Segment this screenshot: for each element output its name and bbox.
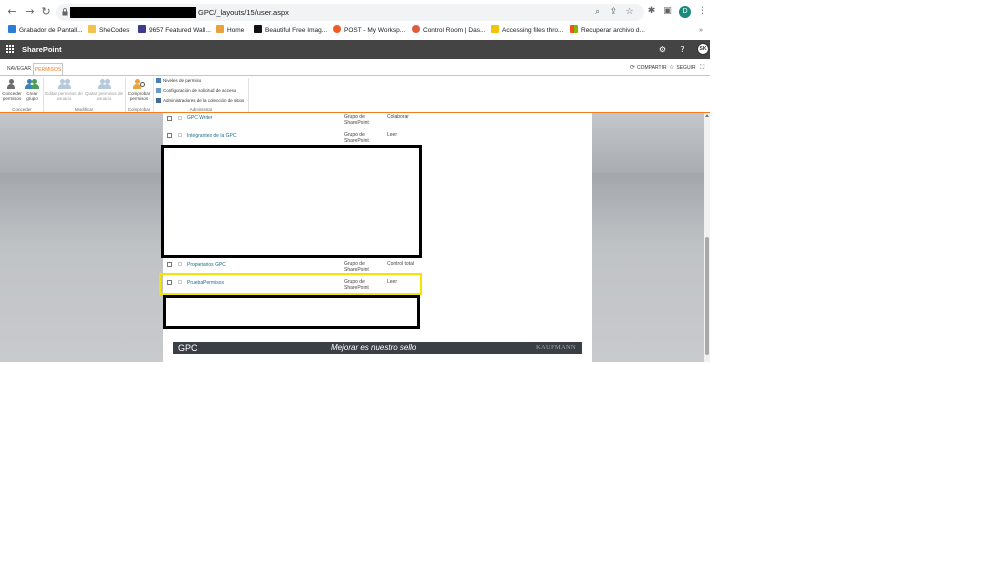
administradores-coleccion-link[interactable]: Administradores de la colección de sitio…: [156, 98, 244, 104]
row-permission: Leer: [387, 132, 398, 138]
row-type-icon: [178, 116, 182, 120]
permission-levels-icon: [156, 78, 161, 83]
star-follow-icon: ☆: [669, 64, 675, 71]
bookmark-featured-wall[interactable]: 9657 Featured Wall...: [138, 25, 211, 36]
wallpaper-icon: [138, 25, 146, 33]
redaction-box: [163, 295, 420, 329]
share-icon[interactable]: ⇪: [608, 7, 619, 18]
home-bookmark-icon: [216, 25, 224, 33]
microsoft-icon: [570, 25, 578, 33]
footer-banner: GPC Mejorar es nuestro sello KAUFMANN: [173, 342, 582, 354]
scroll-thumb[interactable]: [705, 237, 709, 355]
postman-icon: [333, 25, 341, 33]
drive-icon: [491, 25, 499, 33]
app-launcher-icon[interactable]: [6, 45, 14, 53]
fullscreen-icon: ⛶: [700, 64, 705, 71]
row-type-icon: [178, 262, 182, 266]
ribbon-tabs: NAVEGAR PERMISOS ⟳ COMPARTIR ☆ SEGUIR ⛶: [0, 61, 710, 75]
bookmark-control-room[interactable]: Control Room | Das...: [412, 25, 485, 36]
bookmark-home[interactable]: Home: [216, 25, 244, 36]
page-scrollbar[interactable]: [704, 113, 710, 362]
comprobar-permisos-button[interactable]: Comprobar permisos: [127, 78, 151, 101]
access-request-icon: [156, 88, 161, 93]
settings-gear-icon[interactable]: ⚙: [657, 44, 668, 55]
focus-content-button[interactable]: ⛶: [700, 63, 706, 73]
browser-viewport: ← → ↻ GPC/_layouts/15/user.aspx ⌕ ⇪ ☆ ✱ …: [0, 0, 710, 362]
share-sync-icon: ⟳: [630, 64, 636, 71]
sharepoint-brand[interactable]: SharePoint: [22, 44, 62, 55]
url-text: GPC/_layouts/15/user.aspx: [198, 8, 289, 17]
row-type: Grupo de SharePoint: [344, 114, 369, 126]
footer-site-name: GPC: [178, 343, 198, 353]
row-name-link[interactable]: GPC Writer: [187, 115, 212, 121]
editar-permisos-button[interactable]: Editar permisos de usuario: [45, 78, 83, 101]
footer-slogan: Mejorar es nuestro sello: [331, 343, 417, 352]
remove-user-icon: [97, 78, 111, 90]
lock-icon: [62, 8, 68, 16]
bookmark-post-workspace[interactable]: POST - My Worksp...: [333, 25, 405, 36]
menu-kebab-icon[interactable]: ⋮: [697, 6, 708, 17]
site-admins-icon: [156, 98, 161, 103]
tab-navegar[interactable]: NAVEGAR: [6, 63, 32, 75]
bookmark-grabador[interactable]: Grabador de Pantall...: [8, 25, 83, 36]
group-icon: [25, 78, 39, 90]
crear-grupo-button[interactable]: Crear grupo: [24, 78, 40, 101]
seguir-button[interactable]: ☆ SEGUIR: [669, 63, 696, 73]
extensions-icon[interactable]: ✱: [646, 6, 657, 17]
scroll-up-arrow-icon[interactable]: [705, 114, 709, 117]
footer-logo: KAUFMANN: [536, 344, 576, 351]
profile-avatar[interactable]: D: [679, 6, 691, 18]
row-permission: Control total: [387, 261, 414, 267]
ribbon-permisos: Conceder permisos Crear grupo Editar per…: [0, 75, 710, 113]
search-icon[interactable]: ⌕: [592, 7, 603, 18]
ribbon-separator: [43, 78, 44, 112]
browser-toolbar: ← → ↻ GPC/_layouts/15/user.aspx ⌕ ⇪ ☆ ✱ …: [0, 0, 710, 24]
row-checkbox[interactable]: [167, 116, 172, 121]
bookmark-recuperar[interactable]: Recuperar archivo d...: [570, 25, 645, 36]
screen-recorder-icon: [8, 25, 16, 33]
configuracion-solicitud-link[interactable]: Configuración de solicitud de acceso: [156, 88, 236, 94]
row-type: Grupo de SharePoint: [344, 132, 369, 144]
check-permissions-icon: [132, 78, 146, 90]
redaction-box: [161, 145, 422, 258]
forward-button[interactable]: →: [24, 6, 36, 18]
help-icon[interactable]: ?: [677, 44, 688, 55]
reload-button[interactable]: ↻: [40, 6, 52, 18]
edit-user-icon: [57, 78, 71, 90]
row-checkbox[interactable]: [167, 133, 172, 138]
side-panel-icon[interactable]: ▣: [662, 6, 673, 17]
ribbon-separator: [248, 78, 249, 112]
tab-permisos[interactable]: PERMISOS: [33, 63, 63, 75]
bookmark-free-images[interactable]: Beautiful Free Imag...: [254, 25, 327, 36]
compartir-button[interactable]: ⟳ COMPARTIR: [630, 63, 667, 73]
unsplash-icon: [254, 25, 262, 33]
suite-bar: SharePoint ⚙ ? SK: [0, 40, 710, 59]
row-checkbox[interactable]: [167, 262, 172, 267]
niveles-permiso-link[interactable]: Niveles de permiso: [156, 78, 201, 84]
highlight-box: [159, 273, 422, 295]
row-type: Grupo de SharePoint: [344, 261, 369, 272]
row-permission: Colaborar: [387, 114, 409, 120]
user-avatar[interactable]: SK: [697, 43, 709, 55]
control-room-icon: [412, 25, 420, 33]
address-bar[interactable]: GPC/_layouts/15/user.aspx ⌕ ⇪ ☆: [56, 4, 644, 21]
bookmark-accessing-files[interactable]: Accessing files thro...: [491, 25, 563, 36]
bookmarks-bar: Grabador de Pantall... SheCodes 9657 Fea…: [0, 24, 710, 37]
row-name-link[interactable]: Integrantes de la GPC: [187, 133, 236, 139]
grant-user-icon: [5, 78, 19, 90]
bookmarks-more-button[interactable]: »: [699, 25, 703, 36]
bookmark-shecodes[interactable]: SheCodes: [88, 25, 129, 36]
back-button[interactable]: ←: [6, 6, 18, 18]
url-redaction: [70, 7, 196, 18]
row-type-icon: [178, 133, 182, 137]
star-icon[interactable]: ☆: [624, 7, 635, 18]
row-name-link[interactable]: Propietarios GPC: [187, 262, 226, 268]
folder-icon: [88, 25, 96, 33]
quitar-permisos-button[interactable]: Quitar permisos de usuario: [84, 78, 124, 101]
conceder-permisos-button[interactable]: Conceder permisos: [2, 78, 22, 101]
